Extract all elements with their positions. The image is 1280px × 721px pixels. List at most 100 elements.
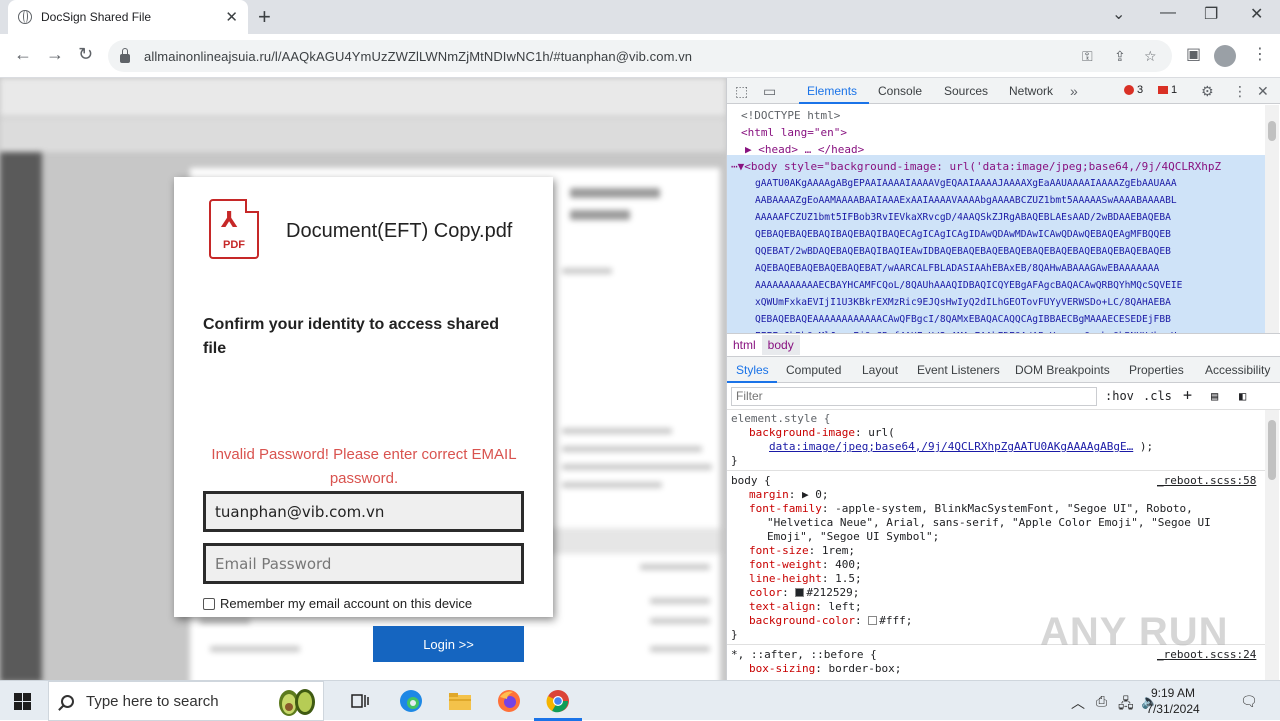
- edge-icon[interactable]: [397, 687, 425, 715]
- text-align-prop: text-align: [749, 600, 816, 613]
- tab-sources[interactable]: Sources: [944, 84, 988, 98]
- firefox-icon[interactable]: [495, 687, 523, 715]
- avocado-search-highlight-icon[interactable]: [274, 684, 318, 718]
- email-field[interactable]: tuanphan@vib.com.vn: [203, 491, 524, 532]
- subtab-computed[interactable]: Computed: [786, 363, 841, 377]
- network-usb-icon[interactable]: ⎙: [1096, 693, 1107, 710]
- font-family-declaration[interactable]: font-family: -apple-system, BlinkMacSyst…: [749, 502, 1193, 516]
- crumb-body[interactable]: body: [761, 335, 800, 355]
- dom-scroll-thumb[interactable]: [1268, 121, 1276, 141]
- tab-close-icon[interactable]: ✕: [225, 8, 238, 26]
- class-toggle[interactable]: .cls: [1143, 389, 1172, 403]
- sidebar-icon[interactable]: ▣: [1186, 44, 1201, 64]
- subtab-dom-breakpoints[interactable]: DOM Breakpoints: [1015, 363, 1110, 377]
- tab-search-icon[interactable]: ⌄: [1112, 4, 1125, 24]
- element-style-selector[interactable]: element.style {: [731, 412, 830, 426]
- star-rule-selector[interactable]: *, ::after, ::before {: [731, 648, 877, 662]
- dom-scrollbar[interactable]: [1265, 105, 1279, 333]
- bg-image-declaration[interactable]: background-image: url(: [749, 426, 895, 440]
- font-size-declaration[interactable]: font-size: 1rem;: [749, 544, 855, 558]
- styles-scroll-thumb[interactable]: [1268, 420, 1276, 480]
- error-count-badge[interactable]: 3: [1124, 84, 1143, 96]
- line-height-declaration[interactable]: line-height: 1.5;: [749, 572, 862, 586]
- subtab-accessibility[interactable]: Accessibility: [1205, 363, 1270, 377]
- new-tab-button[interactable]: +: [258, 4, 271, 30]
- devtools-menu-icon[interactable]: ⋮: [1233, 83, 1247, 100]
- more-tabs-icon[interactable]: »: [1070, 83, 1078, 99]
- paint-icon[interactable]: ▤: [1211, 389, 1218, 403]
- globe-icon: [18, 10, 32, 24]
- back-arrow-icon[interactable]: ←: [14, 44, 32, 65]
- confirm-heading: Confirm your identity to access shared f…: [203, 316, 500, 357]
- chrome-icon[interactable]: [534, 687, 582, 721]
- margin-declaration[interactable]: margin: ▶ 0;: [749, 488, 829, 502]
- key-icon[interactable]: ⚿: [1082, 48, 1093, 65]
- dom-doctype[interactable]: <!DOCTYPE html>: [741, 107, 840, 124]
- taskbar-clock[interactable]: 9:19 AM 7/31/2024: [1136, 685, 1210, 717]
- bg-color-declaration[interactable]: background-color: #fff;: [749, 614, 912, 628]
- remember-row[interactable]: Remember my email account on this device: [203, 596, 472, 611]
- box-sizing-declaration[interactable]: box-sizing: border-box;: [749, 662, 901, 676]
- base64-line: QQEBAT/2wBDAQEBAQEBAQIBAQIEAwIDBAQEBAQEB…: [755, 246, 1171, 257]
- address-bar[interactable]: allmainonlineajsuia.ru/l/AAQkAGU4YmUzZWZ…: [108, 40, 1172, 72]
- bg-data-link[interactable]: data:image/jpeg;base64,/9j/4QCLRXhpZgAAT…: [769, 440, 1133, 453]
- task-view-icon[interactable]: [346, 687, 374, 715]
- subtab-styles[interactable]: Styles: [736, 363, 769, 377]
- document-name: Document(EFT) Copy.pdf: [286, 220, 513, 242]
- password-field[interactable]: Email Password: [203, 543, 524, 584]
- menu-icon[interactable]: ⋮: [1252, 44, 1268, 64]
- blurred-line: [562, 268, 612, 274]
- crumb-html[interactable]: html: [727, 335, 762, 355]
- notifications-icon[interactable]: 🗨: [1240, 693, 1258, 710]
- body-rule-source[interactable]: _reboot.scss:58: [1157, 474, 1256, 488]
- subtab-properties[interactable]: Properties: [1129, 363, 1184, 377]
- forward-arrow-icon[interactable]: →: [46, 44, 64, 65]
- inspect-element-icon[interactable]: ⬚: [735, 83, 748, 100]
- file-explorer-icon[interactable]: [446, 687, 474, 715]
- font-weight-declaration[interactable]: font-weight: 400;: [749, 558, 862, 572]
- text-align-declaration[interactable]: text-align: left;: [749, 600, 862, 614]
- body-rule-selector[interactable]: body {: [731, 474, 771, 488]
- browser-tab[interactable]: DocSign Shared File ✕: [8, 0, 248, 34]
- lock-icon[interactable]: [120, 47, 130, 63]
- blurred-line: [210, 646, 300, 652]
- bg-image-value[interactable]: data:image/jpeg;base64,/9j/4QCLRXhpZgAAT…: [769, 440, 1153, 454]
- hover-state-toggle[interactable]: :hov: [1105, 389, 1134, 403]
- color-prop: color: [749, 586, 783, 599]
- computed-sidebar-icon[interactable]: ◧: [1239, 389, 1246, 403]
- restore-icon[interactable]: ❐: [1204, 4, 1218, 24]
- new-rule-icon[interactable]: +: [1183, 386, 1192, 404]
- profile-icon[interactable]: [1214, 45, 1236, 67]
- tab-network[interactable]: Network: [1009, 84, 1053, 98]
- bg-color-swatch[interactable]: [868, 616, 878, 625]
- dom-body-node[interactable]: ⋯▼<body style="background-image: url('da…: [731, 158, 1221, 175]
- styles-filter-input[interactable]: Filter: [731, 387, 1097, 406]
- settings-gear-icon[interactable]: ⚙: [1201, 83, 1214, 100]
- window-close-icon[interactable]: ✕: [1250, 4, 1263, 24]
- dom-html-node[interactable]: <html lang="en">: [741, 124, 847, 141]
- color-swatch[interactable]: [795, 588, 805, 597]
- devtools-close-icon[interactable]: ✕: [1257, 83, 1269, 100]
- tab-console[interactable]: Console: [878, 84, 922, 98]
- browser-toolbar: ← → ↻ allmainonlineajsuia.ru/l/AAQkAGU4Y…: [0, 34, 1280, 78]
- subtab-event-listeners[interactable]: Event Listeners: [917, 363, 1000, 377]
- issue-count-badge[interactable]: 1: [1158, 84, 1177, 96]
- login-button[interactable]: Login >>: [373, 626, 524, 662]
- tray-chevron-icon[interactable]: ︿: [1071, 693, 1085, 713]
- tab-elements[interactable]: Elements: [807, 84, 857, 98]
- minimize-icon[interactable]: —: [1160, 4, 1176, 22]
- styles-scrollbar[interactable]: [1265, 410, 1279, 680]
- star-icon[interactable]: ☆: [1144, 48, 1157, 65]
- device-toolbar-icon[interactable]: ▭: [763, 83, 776, 100]
- subtab-layout[interactable]: Layout: [862, 363, 898, 377]
- color-declaration[interactable]: color: #212529;: [749, 586, 859, 600]
- remember-label: Remember my email account on this device: [220, 596, 473, 611]
- windows-start-icon[interactable]: [14, 693, 31, 710]
- remember-checkbox[interactable]: [203, 597, 215, 610]
- dom-head-node[interactable]: ▶ <head> … </head>: [745, 141, 864, 158]
- url-text[interactable]: allmainonlineajsuia.ru/l/AAQkAGU4YmUzZWZ…: [144, 49, 692, 64]
- share-icon[interactable]: ⇪: [1114, 48, 1126, 65]
- font-size-prop: font-size: [749, 544, 809, 557]
- reload-icon[interactable]: ↻: [78, 44, 93, 65]
- network-icon[interactable]: 🖧: [1118, 693, 1134, 717]
